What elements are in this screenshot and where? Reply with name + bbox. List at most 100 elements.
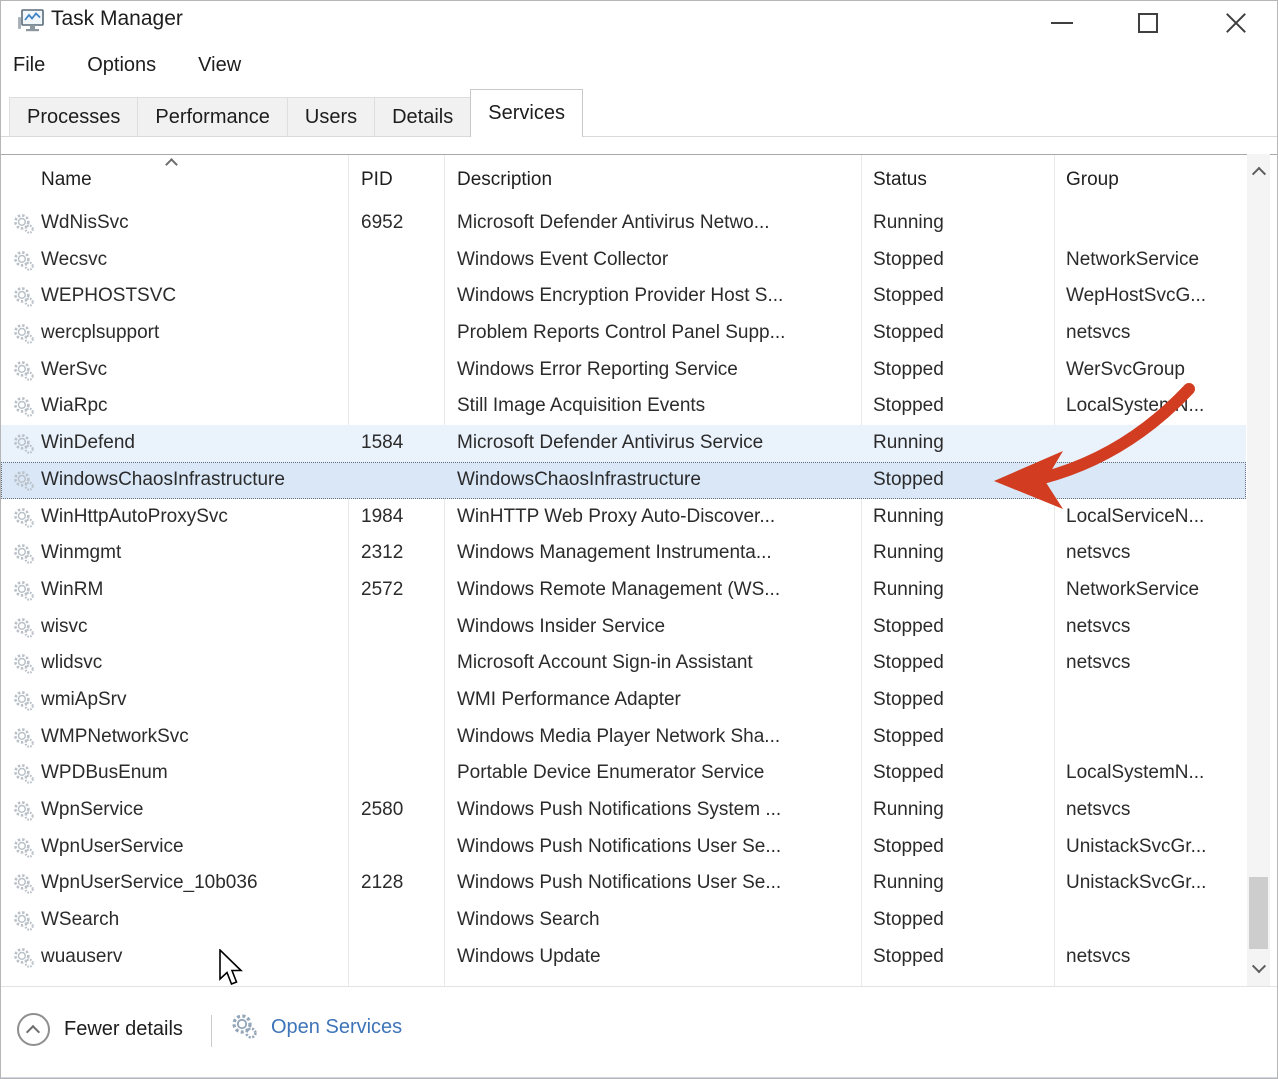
- table-row[interactable]: Winmgmt 2312 Windows Management Instrume…: [1, 535, 1246, 572]
- table-row[interactable]: WpnService 2580 Windows Push Notificatio…: [1, 792, 1246, 829]
- service-name: WpnUserService: [41, 829, 346, 866]
- service-name: wmiApSrv: [41, 682, 346, 719]
- table-row[interactable]: Wecsvc Windows Event Collector Stopped N…: [1, 242, 1246, 279]
- tab-processes[interactable]: Processes: [9, 97, 138, 136]
- table-row[interactable]: WMPNetworkSvc Windows Media Player Netwo…: [1, 719, 1246, 756]
- scroll-down-button[interactable]: [1247, 952, 1270, 986]
- menu-view[interactable]: View: [198, 50, 241, 81]
- service-pid: 1984: [361, 499, 441, 536]
- menu-options[interactable]: Options: [87, 50, 156, 81]
- service-name: WdNisSvc: [41, 205, 346, 242]
- table-row[interactable]: WpnUserService Windows Push Notification…: [1, 829, 1246, 866]
- service-gear-icon: [13, 727, 34, 748]
- service-gear-icon: [13, 617, 34, 638]
- table-row[interactable]: WinHttpAutoProxySvc 1984 WinHTTP Web Pro…: [1, 499, 1246, 536]
- service-pid: 1584: [361, 425, 441, 462]
- scroll-up-button[interactable]: [1247, 154, 1270, 188]
- service-name: WinDefend: [41, 425, 346, 462]
- service-gear-icon: [13, 580, 34, 601]
- column-header-group[interactable]: Group: [1066, 155, 1119, 205]
- service-gear-icon: [13, 837, 34, 858]
- table-row[interactable]: WpnUserService_10b036 2128 Windows Push …: [1, 865, 1246, 902]
- service-group: netsvcs: [1066, 645, 1244, 682]
- chevron-up-icon: [1251, 167, 1265, 181]
- service-description: Windows Search: [457, 902, 859, 939]
- service-status: Stopped: [873, 682, 1051, 719]
- service-gear-icon: [13, 690, 34, 711]
- tab-details[interactable]: Details: [374, 97, 471, 136]
- table-row[interactable]: WEPHOSTSVC Windows Encryption Provider H…: [1, 278, 1246, 315]
- service-status: Stopped: [873, 902, 1051, 939]
- service-group: netsvcs: [1066, 792, 1244, 829]
- service-description: Microsoft Defender Antivirus Service: [457, 425, 859, 462]
- service-name: wisvc: [41, 609, 346, 646]
- minimize-button[interactable]: [1039, 7, 1085, 39]
- service-gear-icon: [13, 543, 34, 564]
- scrollbar-thumb[interactable]: [1249, 877, 1268, 949]
- service-name: wercplsupport: [41, 315, 346, 352]
- menu-file[interactable]: File: [13, 50, 45, 81]
- service-name: WPDBusEnum: [41, 755, 346, 792]
- service-group: NetworkService: [1066, 572, 1244, 609]
- service-group: WepHostSvcG...: [1066, 278, 1244, 315]
- services-table-body: WdNisSvc 6952 Microsoft Defender Antivir…: [1, 205, 1246, 975]
- maximize-button[interactable]: [1125, 7, 1171, 39]
- table-row[interactable]: WindowsChaosInfrastructure WindowsChaosI…: [1, 462, 1246, 499]
- service-status: Running: [873, 792, 1051, 829]
- table-row[interactable]: WiaRpc Still Image Acquisition Events St…: [1, 388, 1246, 425]
- service-gear-icon: [13, 250, 34, 271]
- service-group: UnistackSvcGr...: [1066, 865, 1244, 902]
- service-description: Windows Update: [457, 939, 859, 976]
- fewer-details-button[interactable]: Fewer details: [17, 1013, 183, 1046]
- service-gear-icon: [13, 947, 34, 968]
- column-header-description[interactable]: Description: [457, 155, 552, 205]
- tab-users[interactable]: Users: [287, 97, 375, 136]
- close-button[interactable]: [1213, 7, 1259, 39]
- service-description: Windows Push Notifications System ...: [457, 792, 859, 829]
- table-row[interactable]: wmiApSrv WMI Performance Adapter Stopped: [1, 682, 1246, 719]
- window-title: Task Manager: [51, 7, 183, 31]
- fewer-details-label: Fewer details: [64, 1018, 183, 1041]
- service-group: netsvcs: [1066, 535, 1244, 572]
- service-status: Running: [873, 425, 1051, 462]
- table-row[interactable]: WPDBusEnum Portable Device Enumerator Se…: [1, 755, 1246, 792]
- table-row[interactable]: WerSvc Windows Error Reporting Service S…: [1, 352, 1246, 389]
- table-row[interactable]: WinRM 2572 Windows Remote Management (WS…: [1, 572, 1246, 609]
- service-name: WSearch: [41, 902, 346, 939]
- service-description: Windows Media Player Network Sha...: [457, 719, 859, 756]
- service-description: Problem Reports Control Panel Supp...: [457, 315, 859, 352]
- service-description: Windows Push Notifications User Se...: [457, 865, 859, 902]
- service-name: WiaRpc: [41, 388, 346, 425]
- maximize-icon: [1138, 13, 1158, 33]
- table-row[interactable]: WinDefend 1584 Microsoft Defender Antivi…: [1, 425, 1246, 462]
- table-row[interactable]: wuauserv Windows Update Stopped netsvcs: [1, 939, 1246, 976]
- service-description: Windows Push Notifications User Se...: [457, 829, 859, 866]
- table-row[interactable]: wercplsupport Problem Reports Control Pa…: [1, 315, 1246, 352]
- close-icon: [1224, 11, 1248, 35]
- service-description: Windows Error Reporting Service: [457, 352, 859, 389]
- service-status: Stopped: [873, 609, 1051, 646]
- service-group: NetworkService: [1066, 242, 1244, 279]
- table-row[interactable]: WdNisSvc 6952 Microsoft Defender Antivir…: [1, 205, 1246, 242]
- service-description: WMI Performance Adapter: [457, 682, 859, 719]
- column-header-pid[interactable]: PID: [361, 155, 393, 205]
- service-status: Stopped: [873, 645, 1051, 682]
- column-header-status[interactable]: Status: [873, 155, 927, 205]
- table-row[interactable]: WSearch Windows Search Stopped: [1, 902, 1246, 939]
- task-manager-window: Task Manager File Options View Processes…: [0, 0, 1278, 1079]
- service-name: WinRM: [41, 572, 346, 609]
- task-manager-icon: [17, 7, 45, 35]
- tab-performance[interactable]: Performance: [137, 97, 288, 136]
- service-name: WerSvc: [41, 352, 346, 389]
- service-group: LocalServiceN...: [1066, 499, 1244, 536]
- service-gear-icon: [13, 800, 34, 821]
- table-row[interactable]: wlidsvc Microsoft Account Sign-in Assist…: [1, 645, 1246, 682]
- table-row[interactable]: wisvc Windows Insider Service Stopped ne…: [1, 609, 1246, 646]
- service-gear-icon: [13, 653, 34, 674]
- vertical-scrollbar[interactable]: [1247, 154, 1270, 986]
- open-services-link[interactable]: Open Services: [231, 1013, 402, 1041]
- minimize-icon: [1051, 22, 1073, 24]
- column-header-name[interactable]: Name: [41, 155, 92, 205]
- tab-services[interactable]: Services: [470, 89, 583, 137]
- footer-bar: Fewer details Open Services: [1, 986, 1278, 1079]
